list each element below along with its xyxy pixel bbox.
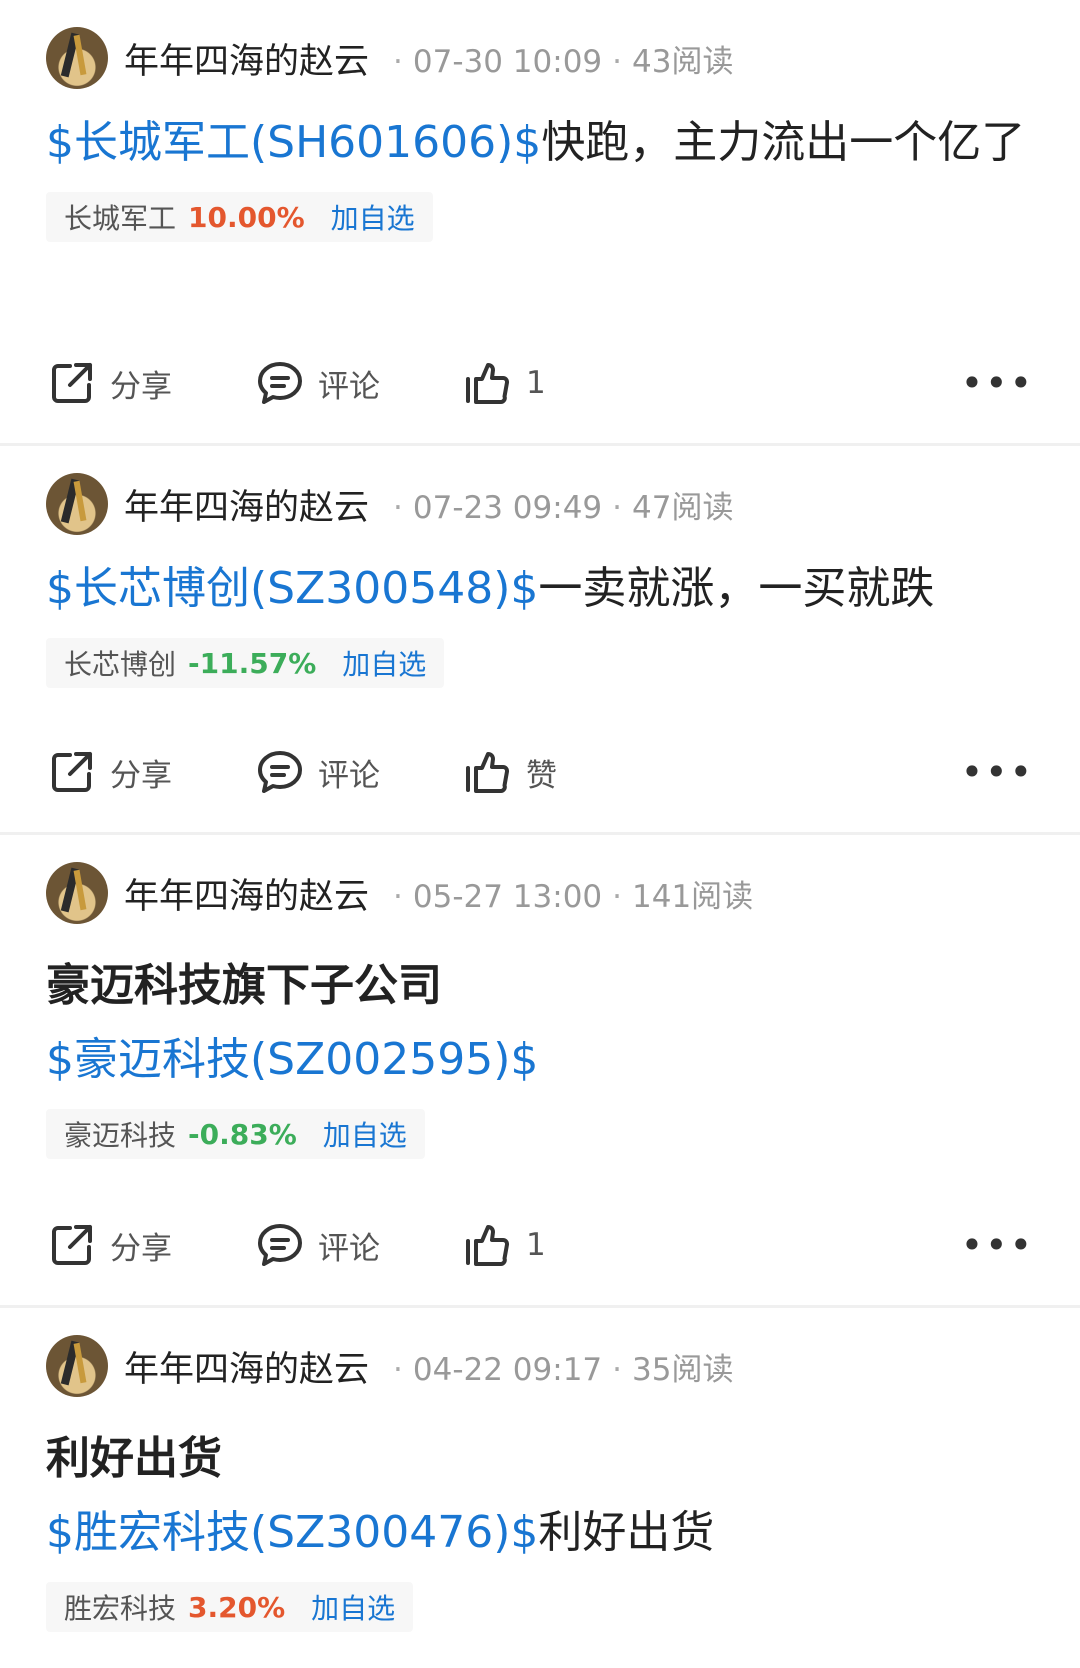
- comment-button[interactable]: 评论: [254, 746, 462, 798]
- share-label: 分享: [110, 1230, 172, 1267]
- action-bar: 分享 评论 1 •••: [46, 1215, 1034, 1275]
- post-content[interactable]: $胜宏科技(SZ300476)$利好出货: [46, 1500, 1034, 1566]
- action-bar: 分享 评论 1 •••: [46, 353, 1034, 413]
- avatar[interactable]: [46, 27, 108, 89]
- add-watchlist-button[interactable]: 加自选: [342, 643, 426, 683]
- author-name[interactable]: 年年四海的赵云: [124, 33, 369, 84]
- stock-change: 3.20%: [188, 1590, 286, 1624]
- share-button[interactable]: 分享: [46, 746, 254, 798]
- like-icon: [466, 363, 509, 404]
- post-date: 04-22 09:17: [412, 1351, 603, 1388]
- like-icon: [466, 752, 509, 793]
- stock-name: 长芯博创: [64, 648, 177, 681]
- comment-icon: [258, 751, 302, 793]
- post-meta: · 04-22 09:17 · 35阅读: [393, 1351, 734, 1388]
- post-title[interactable]: 利好出货: [46, 1426, 1034, 1492]
- read-count: 47阅读: [632, 489, 734, 526]
- post-text: 一卖就涨，一买就跌: [538, 563, 935, 614]
- post-card[interactable]: 年年四海的赵云 · 07-30 10:09 · 43阅读 $长城军工(SH601606…: [0, 0, 1080, 446]
- avatar[interactable]: [46, 1335, 108, 1397]
- author-name[interactable]: 年年四海的赵云: [124, 868, 369, 919]
- read-count: 141阅读: [632, 878, 754, 915]
- share-button[interactable]: 分享: [46, 1219, 254, 1271]
- stock-tag[interactable]: 豪迈科技 -0.83% 加自选: [46, 1109, 425, 1159]
- add-watchlist-button[interactable]: 加自选: [331, 197, 415, 237]
- stock-change: 10.00%: [188, 200, 305, 234]
- post-card[interactable]: 年年四海的赵云 · 04-22 09:17 · 35阅读 利好出货 $胜宏科技(SZ3…: [0, 1308, 1080, 1668]
- share-icon: [52, 752, 92, 792]
- post-meta: · 05-27 13:00 · 141阅读: [393, 878, 754, 915]
- comment-icon: [258, 362, 302, 404]
- post-header: 年年四海的赵云 · 04-22 09:17 · 35阅读: [46, 1308, 1034, 1397]
- post-date: 07-30 10:09: [412, 43, 603, 80]
- stock-link[interactable]: $胜宏科技(SZ300476)$: [46, 1507, 538, 1558]
- avatar[interactable]: [46, 862, 108, 924]
- post-card[interactable]: 年年四海的赵云 · 07-23 09:49 · 47阅读 $长芯博创(SZ300548…: [0, 446, 1080, 835]
- post-title[interactable]: 豪迈科技旗下子公司: [46, 953, 1034, 1019]
- add-watchlist-button[interactable]: 加自选: [311, 1587, 395, 1627]
- stock-link[interactable]: $长芯博创(SZ300548)$: [46, 563, 538, 614]
- comment-label: 评论: [318, 1230, 380, 1267]
- comment-label: 评论: [318, 368, 380, 405]
- stock-name: 胜宏科技: [64, 1592, 177, 1625]
- author-name[interactable]: 年年四海的赵云: [124, 1341, 369, 1392]
- post-header: 年年四海的赵云 · 07-30 10:09 · 43阅读: [46, 0, 1034, 89]
- more-icon[interactable]: •••: [961, 1223, 1034, 1267]
- post-header: 年年四海的赵云 · 07-23 09:49 · 47阅读: [46, 446, 1034, 535]
- like-button[interactable]: 1: [462, 1219, 961, 1271]
- post-content[interactable]: $豪迈科技(SZ002595)$: [46, 1027, 1034, 1093]
- post-header: 年年四海的赵云 · 05-27 13:00 · 141阅读: [46, 835, 1034, 924]
- like-button[interactable]: 1: [462, 357, 961, 409]
- action-bar: 分享 评论 赞 •••: [46, 742, 1034, 802]
- share-button[interactable]: 分享: [46, 357, 254, 409]
- post-text: 利好出货: [538, 1507, 715, 1558]
- post-text: 快跑，主力流出一个亿了: [541, 117, 1026, 168]
- share-icon: [52, 1225, 92, 1265]
- post-date: 05-27 13:00: [412, 878, 603, 915]
- stock-name: 长城军工: [64, 202, 177, 235]
- like-count: 1: [526, 1227, 546, 1263]
- stock-link[interactable]: $豪迈科技(SZ002595)$: [46, 1034, 538, 1085]
- post-meta: · 07-23 09:49 · 47阅读: [393, 489, 734, 526]
- post-meta: · 07-30 10:09 · 43阅读: [393, 43, 734, 80]
- add-watchlist-button[interactable]: 加自选: [323, 1114, 407, 1154]
- more-icon[interactable]: •••: [961, 750, 1034, 794]
- comment-icon: [258, 1224, 302, 1266]
- author-name[interactable]: 年年四海的赵云: [124, 479, 369, 530]
- post-content[interactable]: $长芯博创(SZ300548)$一卖就涨，一买就跌: [46, 556, 1034, 622]
- read-count: 35阅读: [632, 1351, 734, 1388]
- like-count: 1: [526, 365, 546, 401]
- share-label: 分享: [110, 757, 172, 794]
- stock-tag[interactable]: 长城军工 10.00% 加自选: [46, 192, 433, 242]
- stock-change: -11.57%: [188, 646, 317, 680]
- more-icon[interactable]: •••: [961, 361, 1034, 405]
- share-icon: [52, 363, 92, 403]
- stock-name: 豪迈科技: [64, 1119, 177, 1152]
- like-button[interactable]: 赞: [462, 746, 961, 798]
- avatar[interactable]: [46, 473, 108, 535]
- post-card[interactable]: 年年四海的赵云 · 05-27 13:00 · 141阅读 豪迈科技旗下子公司 $豪迈…: [0, 835, 1080, 1308]
- stock-change: -0.83%: [188, 1117, 297, 1151]
- post-date: 07-23 09:49: [412, 489, 603, 526]
- comment-label: 评论: [318, 757, 380, 794]
- stock-tag[interactable]: 胜宏科技 3.20% 加自选: [46, 1582, 414, 1632]
- comment-button[interactable]: 评论: [254, 357, 462, 409]
- comment-button[interactable]: 评论: [254, 1219, 462, 1271]
- read-count: 43阅读: [632, 43, 734, 80]
- stock-link[interactable]: $长城军工(SH601606)$: [46, 117, 541, 168]
- like-label: 赞: [526, 757, 557, 794]
- stock-tag[interactable]: 长芯博创 -11.57% 加自选: [46, 638, 445, 688]
- like-icon: [466, 1225, 509, 1266]
- share-label: 分享: [110, 368, 172, 405]
- post-content[interactable]: $长城军工(SH601606)$快跑，主力流出一个亿了: [46, 110, 1034, 176]
